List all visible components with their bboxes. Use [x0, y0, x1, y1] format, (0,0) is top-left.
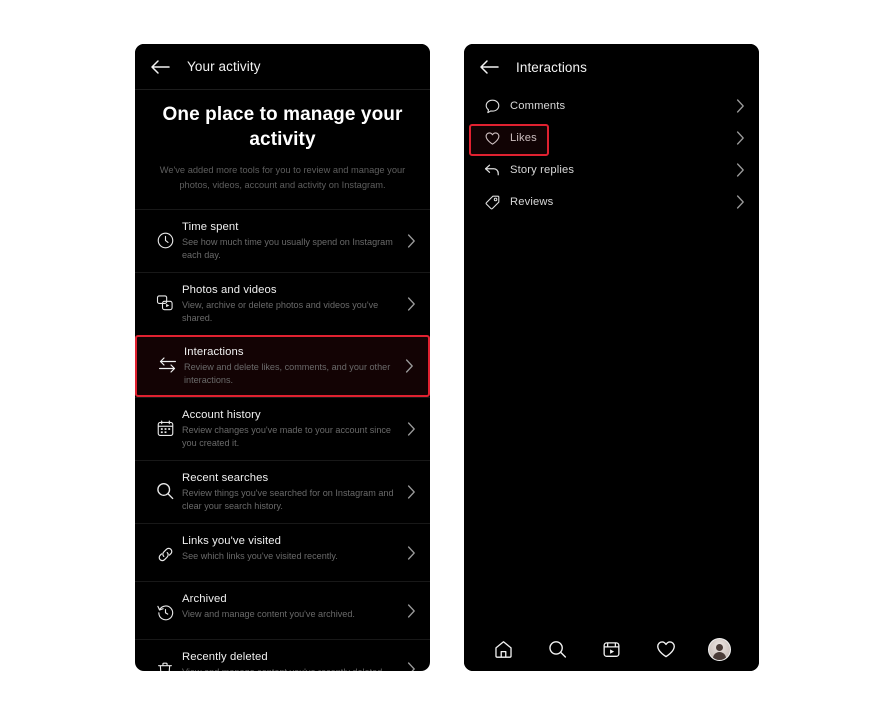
chevron-right-icon — [404, 422, 418, 436]
photos-videos-icon — [148, 286, 182, 320]
list-item-subtitle: Review and delete likes, comments, and y… — [184, 362, 391, 385]
list-item-label: Comments — [510, 100, 566, 112]
chevron-right-icon — [733, 195, 747, 209]
list-item-text: Time spent See how much time you usually… — [182, 220, 404, 262]
back-arrow-icon[interactable] — [478, 56, 500, 78]
list-item-subtitle: See which links you've visited recently. — [182, 551, 338, 561]
list-item-comments[interactable]: Comments — [464, 90, 759, 122]
list-item-archived[interactable]: Archived View and manage content you've … — [135, 581, 430, 639]
heart-icon — [477, 130, 507, 147]
nav-reels-icon[interactable] — [596, 634, 626, 664]
list-item-title: Photos and videos — [182, 284, 277, 296]
list-item-account-history[interactable]: Account history Review changes you've ma… — [135, 397, 430, 460]
chevron-right-icon — [404, 297, 418, 311]
chevron-right-icon — [404, 603, 418, 618]
list-item-label: Likes — [510, 132, 537, 144]
page-title: Interactions — [516, 59, 587, 75]
list-item-links-visited[interactable]: Links you've visited See which links you… — [135, 523, 430, 581]
list-item-text: Photos and videos View, archive or delet… — [182, 283, 404, 325]
list-item-title: Recent searches — [182, 472, 269, 484]
list-item-text: Recently deleted View and manage content… — [182, 650, 404, 671]
list-item-title: Account history — [182, 409, 261, 421]
right-app-header: Interactions — [464, 44, 759, 90]
list-item-reviews[interactable]: Reviews — [464, 186, 759, 218]
list-item-subtitle: Review things you've searched for on Ins… — [182, 488, 394, 511]
list-item-time-spent[interactable]: Time spent See how much time you usually… — [135, 209, 430, 272]
list-item-text: Recent searches Review things you've sea… — [182, 471, 404, 513]
chevron-right-icon — [733, 163, 747, 177]
list-item-subtitle: Review changes you've made to your accou… — [182, 425, 391, 448]
nav-profile-avatar[interactable] — [705, 634, 735, 664]
screenshot-canvas: Your activity One place to manage your a… — [0, 0, 896, 703]
list-item-title: Archived — [182, 593, 227, 605]
list-item-title: Time spent — [182, 221, 239, 233]
your-activity-screen: Your activity One place to manage your a… — [135, 44, 430, 671]
interactions-list: Comments Likes Story replies Reviews — [464, 90, 759, 218]
hero-subtitle: We've added more tools for you to review… — [159, 165, 406, 190]
chevron-right-icon — [404, 661, 418, 671]
interactions-screen: Interactions Comments Likes Story replie… — [464, 44, 759, 671]
chevron-right-icon — [404, 234, 418, 248]
hero-section: One place to manage your activity We've … — [135, 90, 430, 209]
left-app-header: Your activity — [135, 44, 430, 90]
search-icon — [148, 474, 182, 508]
list-item-title: Interactions — [184, 346, 244, 358]
list-item-photos-and-videos[interactable]: Photos and videos View, archive or delet… — [135, 272, 430, 335]
chevron-right-icon — [733, 131, 747, 145]
back-arrow-icon[interactable] — [149, 56, 171, 78]
list-item-title: Recently deleted — [182, 651, 268, 663]
bottom-navigation-bar — [464, 627, 759, 671]
tag-icon — [477, 194, 507, 211]
calendar-icon — [148, 411, 182, 445]
chevron-right-icon — [733, 99, 747, 113]
avatar — [708, 637, 732, 661]
nav-activity-heart-icon[interactable] — [651, 634, 681, 664]
list-item-subtitle: See how much time you usually spend on I… — [182, 237, 393, 260]
hero-title: One place to manage your activity — [162, 104, 403, 150]
archive-clock-icon — [148, 595, 182, 629]
chevron-right-icon — [402, 359, 416, 373]
reply-arrow-icon — [477, 162, 507, 178]
list-item-interactions[interactable]: Interactions Review and delete likes, co… — [135, 335, 430, 397]
list-item-likes[interactable]: Likes — [464, 122, 759, 156]
list-item-label: Reviews — [510, 196, 554, 208]
list-item-label: Story replies — [510, 164, 575, 176]
chevron-right-icon — [404, 485, 418, 499]
nav-home-icon[interactable] — [488, 634, 518, 664]
trash-icon — [148, 653, 182, 671]
list-item-subtitle: View and manage content you've recently … — [182, 666, 398, 671]
link-icon — [148, 537, 182, 571]
list-item-text: Links you've visited See which links you… — [182, 534, 404, 563]
nav-search-icon[interactable] — [542, 634, 572, 664]
chevron-right-icon — [404, 545, 418, 560]
list-item-recently-deleted[interactable]: Recently deleted View and manage content… — [135, 639, 430, 671]
activity-list: Time spent See how much time you usually… — [135, 209, 430, 671]
comment-bubble-icon — [477, 98, 507, 115]
list-item-subtitle: View and manage content you've archived. — [182, 609, 355, 619]
list-item-story-replies[interactable]: Story replies — [464, 154, 759, 186]
interactions-arrows-icon — [150, 348, 184, 382]
list-item-recent-searches[interactable]: Recent searches Review things you've sea… — [135, 460, 430, 523]
clock-icon — [148, 223, 182, 257]
page-title: Your activity — [187, 59, 261, 74]
list-item-text: Interactions Review and delete likes, co… — [184, 345, 402, 387]
list-item-title: Links you've visited — [182, 535, 281, 547]
list-item-text: Account history Review changes you've ma… — [182, 408, 404, 450]
list-item-subtitle: View, archive or delete photos and video… — [182, 300, 379, 323]
list-item-text: Archived View and manage content you've … — [182, 592, 404, 621]
